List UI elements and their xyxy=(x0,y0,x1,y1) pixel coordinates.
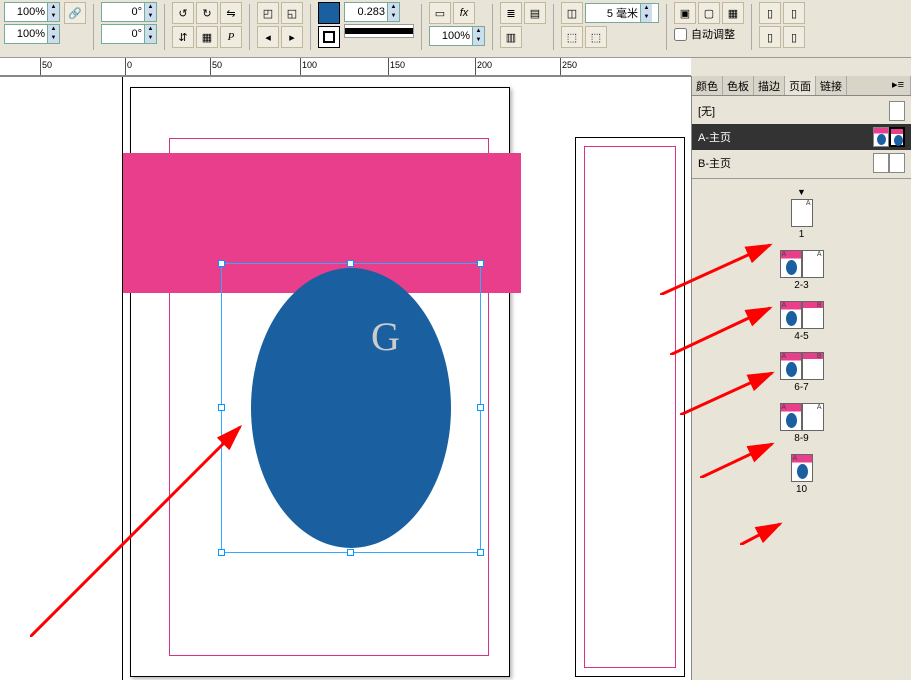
page-spread-thumb[interactable]: A xyxy=(791,454,813,482)
page-spread-thumb[interactable]: AA xyxy=(780,250,824,278)
master-page-label: [无] xyxy=(698,103,715,119)
flip-v-icon[interactable]: ⇵ xyxy=(172,26,194,48)
resize-handle[interactable] xyxy=(347,260,354,267)
resize-handle[interactable] xyxy=(218,260,225,267)
resize-handle[interactable] xyxy=(477,260,484,267)
resize-handle[interactable] xyxy=(218,549,225,556)
prev-object-icon[interactable]: ◂ xyxy=(257,26,279,48)
page-spread-thumb[interactable]: A xyxy=(791,199,813,227)
resize-handle[interactable] xyxy=(218,404,225,411)
horizontal-ruler: 50 0 50 100 150 200 250 xyxy=(0,58,691,76)
align-left-icon[interactable]: ▯ xyxy=(759,2,781,24)
center-content-icon[interactable]: ▦ xyxy=(722,2,744,24)
stroke-style-select[interactable] xyxy=(344,24,414,38)
constrain-icon[interactable]: 🔗 xyxy=(64,2,86,24)
scale-y-input[interactable]: ▲▼ xyxy=(4,24,60,44)
resize-handle[interactable] xyxy=(477,404,484,411)
page-item[interactable]: AA 8-9 xyxy=(780,403,824,444)
opacity-input[interactable]: ▲▼ xyxy=(429,26,485,46)
ruler-tick-label: 100 xyxy=(302,60,317,70)
document-canvas[interactable]: G xyxy=(0,76,691,680)
panel-tab[interactable]: 色板 xyxy=(723,76,754,95)
scale-x-input[interactable]: ▲▼ xyxy=(4,2,60,22)
master-thumbnail[interactable] xyxy=(873,127,905,147)
corner-options-2-icon[interactable]: ⬚ xyxy=(585,26,607,48)
stroke-weight-input[interactable]: ▲▼ xyxy=(344,2,400,22)
panel-tab[interactable]: 页面 xyxy=(785,76,816,95)
page-spread-thumb[interactable]: AA xyxy=(780,403,824,431)
master-page-row[interactable]: A-主页 xyxy=(692,124,911,150)
text-wrap-none-icon[interactable]: ≣ xyxy=(500,2,522,24)
panels-dock: 颜色色板描边页面链接▸≡ [无]A-主页B-主页 ▼A1AA2-3AB4-5AB… xyxy=(691,76,911,680)
ruler-tick-label: 50 xyxy=(42,60,52,70)
ruler-tick-label: 250 xyxy=(562,60,577,70)
panel-tab[interactable]: 描边 xyxy=(754,76,785,95)
align-center-icon[interactable]: ▯ xyxy=(783,2,805,24)
master-page-label: B-主页 xyxy=(698,155,731,171)
selection-frame[interactable] xyxy=(221,263,481,553)
auto-fit-checkbox[interactable] xyxy=(674,28,687,41)
master-thumbnail[interactable] xyxy=(873,153,905,173)
ruler-tick-label: 150 xyxy=(390,60,405,70)
resize-handle[interactable] xyxy=(347,549,354,556)
page-item[interactable]: AB 6-7 xyxy=(780,352,824,393)
flip-h-icon[interactable]: ⇋ xyxy=(220,2,242,24)
corner-options-icon[interactable]: ⬚ xyxy=(561,26,583,48)
align-top-icon[interactable]: ▯ xyxy=(783,26,805,48)
effects-icon[interactable]: ▭ xyxy=(429,2,451,24)
pages-list[interactable]: ▼ A 1 AA 2-3 AB 4-5 AB 6-7 AA 8-9 A 10 xyxy=(692,179,911,659)
page-spread-thumb[interactable]: AB xyxy=(780,301,824,329)
page-number-label: 1 xyxy=(799,229,805,240)
panel-tab[interactable]: 颜色 xyxy=(692,76,723,95)
text-wrap-shape-icon[interactable]: ▥ xyxy=(500,26,522,48)
select-content-icon[interactable]: ◱ xyxy=(281,2,303,24)
transform-icon[interactable]: ▦ xyxy=(196,26,218,48)
page-spread-left[interactable]: G xyxy=(130,87,510,677)
rotate-cw-icon[interactable]: ↻ xyxy=(196,2,218,24)
panel-tab[interactable]: 链接 xyxy=(816,76,847,95)
select-container-icon[interactable]: ◰ xyxy=(257,2,279,24)
align-right-icon[interactable]: ▯ xyxy=(759,26,781,48)
master-page-label: A-主页 xyxy=(698,129,731,145)
text-wrap-bounding-icon[interactable]: ▤ xyxy=(524,2,546,24)
ruler-tick-label: 200 xyxy=(477,60,492,70)
page-number-label: 10 xyxy=(796,484,807,495)
page-spread-thumb[interactable]: AB xyxy=(780,352,824,380)
fit-content-icon[interactable]: ▣ xyxy=(674,2,696,24)
panel-menu-icon[interactable]: ▸≡ xyxy=(886,76,911,95)
margin-guide xyxy=(584,146,676,668)
next-object-icon[interactable]: ▸ xyxy=(281,26,303,48)
auto-fit-label: 自动调整 xyxy=(691,26,735,42)
page-number-label: 4-5 xyxy=(794,331,808,342)
master-pages-list: [无] A-主页 B-主页 xyxy=(692,96,911,178)
page-item[interactable]: AB 4-5 xyxy=(780,301,824,342)
page-number-label: 8-9 xyxy=(794,433,808,444)
current-page-marker: ▼ xyxy=(797,187,806,197)
inset-input[interactable]: ▲▼ xyxy=(585,3,659,23)
frame-fitting-icon[interactable]: ◫ xyxy=(561,2,583,24)
page-number-label: 2-3 xyxy=(794,280,808,291)
rotation-input[interactable]: ▲▼ xyxy=(101,2,157,22)
control-toolbar: ▲▼ ▲▼ 🔗 ▲▼ ▲▼ ↺ ↻ ⇋ ⇵ ▦ P ◰ ◱ xyxy=(0,0,911,58)
resize-handle[interactable] xyxy=(477,549,484,556)
page-item[interactable]: AA 2-3 xyxy=(780,250,824,291)
text-p-icon[interactable]: P xyxy=(220,26,242,48)
page-spread-right[interactable] xyxy=(575,137,685,677)
page-number-label: 6-7 xyxy=(794,382,808,393)
ruler-tick-label: 0 xyxy=(127,60,132,70)
shear-input[interactable]: ▲▼ xyxy=(101,24,157,44)
master-page-row[interactable]: B-主页 xyxy=(692,150,911,176)
fit-frame-icon[interactable]: ▢ xyxy=(698,2,720,24)
stroke-swatch[interactable] xyxy=(318,26,340,48)
panel-tabs: 颜色色板描边页面链接 ▸≡ xyxy=(692,76,911,96)
master-page-row[interactable]: [无] xyxy=(692,98,911,124)
page-item[interactable]: A 10 xyxy=(791,454,813,495)
fill-swatch[interactable] xyxy=(318,2,340,24)
rotate-ccw-icon[interactable]: ↺ xyxy=(172,2,194,24)
master-thumbnail[interactable] xyxy=(889,101,905,121)
fx-icon[interactable]: fx xyxy=(453,2,475,24)
page-item[interactable]: ▼ A 1 xyxy=(791,187,813,240)
ruler-tick-label: 50 xyxy=(212,60,222,70)
